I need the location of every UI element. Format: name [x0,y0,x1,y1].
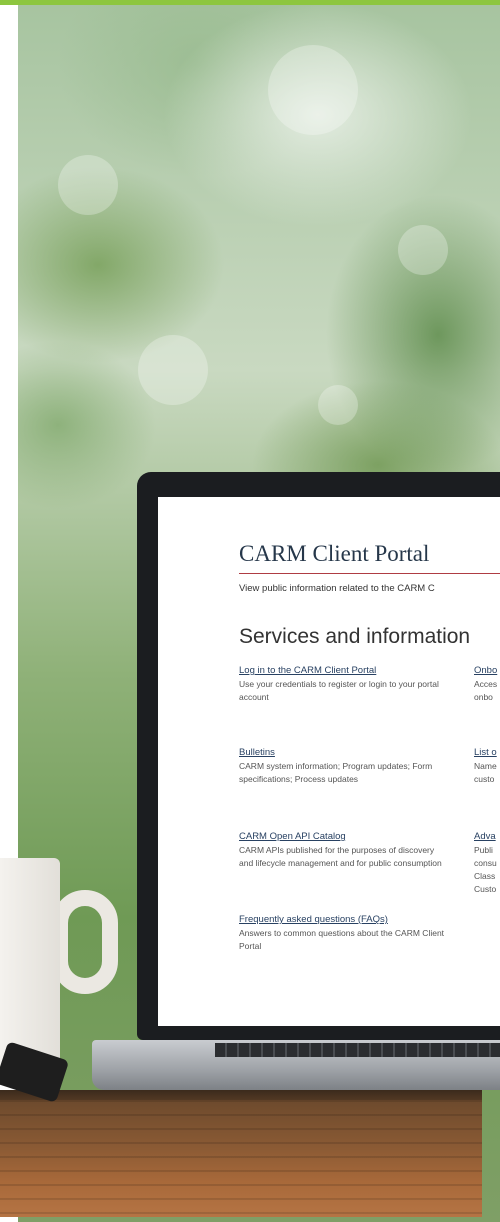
service-card-list: List o Name custo [474,747,500,786]
section-heading: Services and information [239,625,471,648]
service-description: Acces onbo [474,679,498,702]
wooden-table [0,1100,482,1217]
service-card-onboarding: Onbo Acces onbo [474,665,500,704]
service-card-login: Log in to the CARM Client Portal Use you… [239,665,447,704]
service-description: CARM system information; Program updates… [239,761,433,784]
page-title: CARM Client Portal [239,541,430,566]
service-description: Publi consu Class Custo [474,845,497,894]
service-description: CARM APIs published for the purposes of … [239,845,442,868]
bokeh-light [58,155,118,215]
bokeh-light [318,385,358,425]
login-portal-link[interactable]: Log in to the CARM Client Portal [239,665,447,676]
service-card-faqs: Frequently asked questions (FAQs) Answer… [239,914,447,953]
title-divider [239,573,500,574]
onboarding-link[interactable]: Onbo [474,665,500,676]
faqs-link[interactable]: Frequently asked questions (FAQs) [239,914,447,925]
service-description: Answers to common questions about the CA… [239,928,445,951]
laptop-screen: CARM Client Portal View public informati… [158,497,500,1026]
list-link[interactable]: List o [474,747,500,758]
page-subtitle: View public information related to the C… [239,583,435,594]
service-description: Name custo [474,761,497,784]
mug-handle [52,890,118,994]
coffee-mug [0,858,60,1068]
bokeh-light [268,45,358,135]
service-card-advance: Adva Publi consu Class Custo [474,831,500,896]
laptop-keyboard [215,1043,500,1057]
advance-link[interactable]: Adva [474,831,500,842]
api-catalog-link[interactable]: CARM Open API Catalog [239,831,447,842]
service-description: Use your credentials to register or logi… [239,679,439,702]
service-card-api-catalog: CARM Open API Catalog CARM APIs publishe… [239,831,447,870]
bokeh-light [398,225,448,275]
service-card-bulletins: Bulletins CARM system information; Progr… [239,747,447,786]
bulletins-link[interactable]: Bulletins [239,747,447,758]
bokeh-light [138,335,208,405]
